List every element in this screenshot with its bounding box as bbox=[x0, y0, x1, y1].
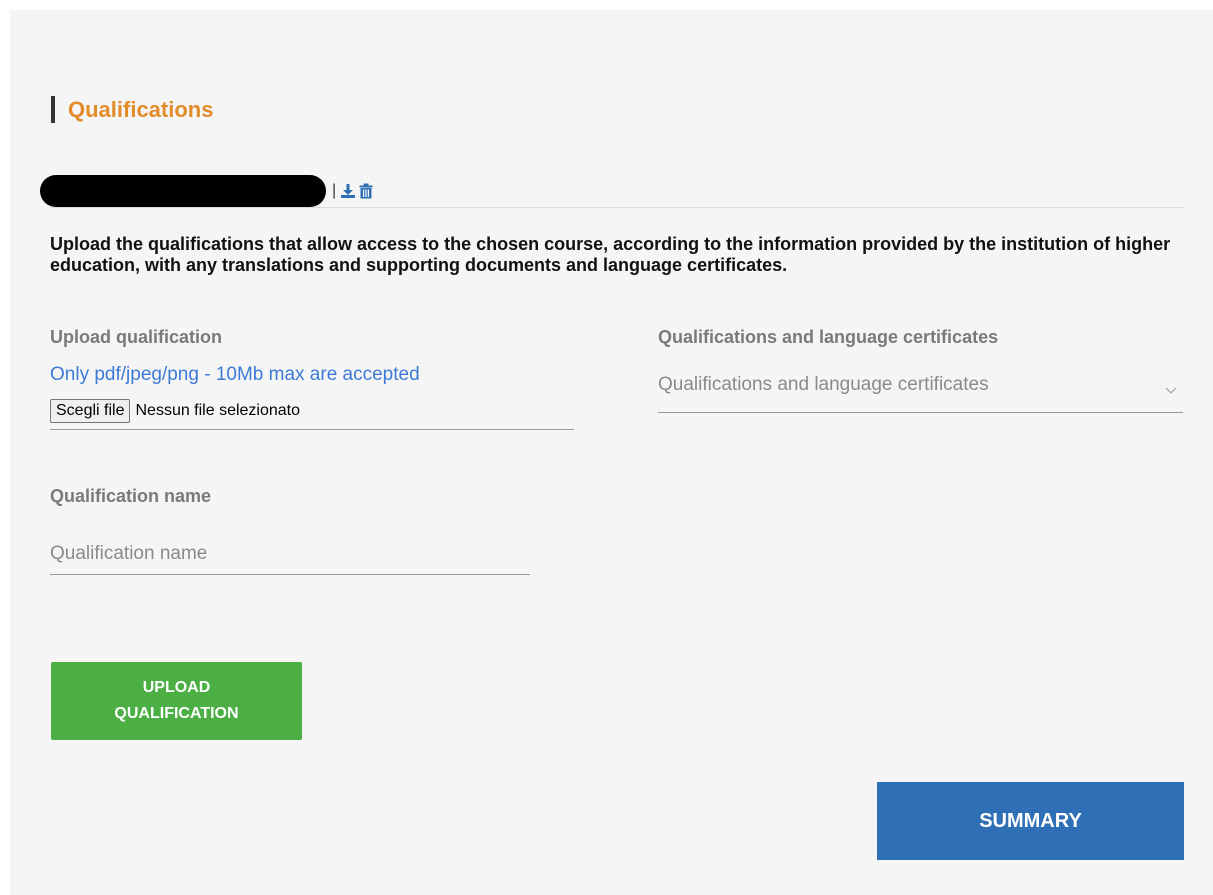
upload-qualification-label: Upload qualification bbox=[50, 327, 223, 347]
page-title: Qualifications bbox=[68, 96, 214, 122]
certificates-select[interactable]: Qualifications and language certificates bbox=[658, 374, 1183, 413]
upload-qualification-button[interactable]: UPLOAD QUALIFICATION bbox=[51, 662, 302, 740]
summary-button[interactable]: SUMMARY bbox=[877, 782, 1184, 860]
separator: | bbox=[332, 182, 337, 199]
chevron-down-icon bbox=[1165, 382, 1177, 400]
redacted-file-name bbox=[40, 175, 326, 207]
uploaded-file-row: | bbox=[40, 175, 373, 207]
page-panel: Qualifications | Upload the qualificatio… bbox=[10, 10, 1213, 895]
trash-icon[interactable] bbox=[359, 183, 373, 199]
choose-file-button[interactable]: Scegli file bbox=[50, 399, 131, 423]
title-accent-bar bbox=[51, 96, 55, 123]
file-status: Nessun file selezionato bbox=[135, 402, 301, 419]
download-icon[interactable] bbox=[340, 183, 356, 199]
divider bbox=[50, 207, 1183, 208]
certificates-select-value: Qualifications and language certificates bbox=[658, 374, 989, 395]
qualification-name-input[interactable] bbox=[50, 534, 530, 575]
file-format-hint: Only pdf/jpeg/png - 10Mb max are accepte… bbox=[50, 364, 420, 385]
qualification-name-label: Qualification name bbox=[50, 486, 212, 506]
section-header: Qualifications bbox=[51, 96, 213, 123]
certificates-label: Qualifications and language certificates bbox=[658, 327, 999, 347]
file-input: Scegli file Nessun file selezionato bbox=[50, 399, 574, 430]
instructions-text: Upload the qualifications that allow acc… bbox=[50, 234, 1171, 275]
